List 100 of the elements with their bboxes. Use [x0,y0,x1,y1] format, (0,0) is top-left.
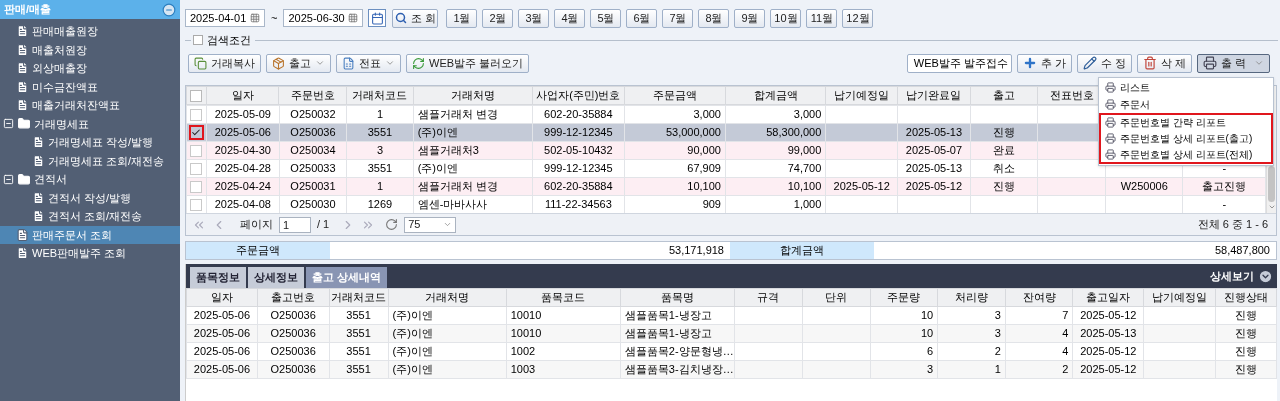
table-cell-text: W250006 [1119,179,1169,194]
column-header[interactable]: 품목코드 [506,288,621,307]
month-button[interactable]: 3월 [518,8,550,28]
sidebar-item[interactable]: 매출처원장 [0,40,180,59]
total-label: 합계금액 [730,242,874,259]
column-header[interactable]: 주문금액 [624,86,726,105]
column-header[interactable]: 주문량 [870,288,938,307]
conditions-label: 검색조건 [207,32,251,48]
toolbar-button[interactable]: 수 정 [1076,53,1132,73]
column-header[interactable]: 납기예정일 [825,86,898,105]
page-size-select[interactable]: 75 [404,216,457,233]
column-header[interactable]: 거래처명 [413,86,533,105]
column-header[interactable]: 주문번호 [278,86,347,105]
column-header[interactable]: 사업자(주민)번호 [532,86,625,105]
column-header[interactable]: 납기예정일 [1143,288,1216,307]
column-header[interactable]: 단위 [802,288,871,307]
month-button[interactable]: 2월 [482,8,514,28]
table-cell-text: 502-05-10432 [543,143,614,158]
toolbar-button[interactable]: 출 력 [1196,53,1270,73]
page-label: 페이지 [240,217,273,233]
table-cell-text: 2025-05-06 [213,125,272,140]
column-header[interactable]: 일자 [186,288,258,307]
table-cell-text: 1 [375,107,384,122]
column-header[interactable]: 거래처명 [388,288,507,307]
month-button[interactable]: 11월 [806,8,838,28]
table-cell-text: 602-20-35884 [543,179,614,194]
toolbar-button[interactable]: 삭 제 [1136,53,1192,73]
column-header[interactable]: 진행상태 [1215,288,1277,307]
sidebar-item[interactable]: 미수금잔액표 [0,77,180,96]
table-cell-text: 10 [919,308,935,323]
month-button[interactable]: 4월 [554,8,586,28]
toolbar-button[interactable]: 전표 [336,53,401,73]
start-date-field[interactable]: 2025-04-01 [185,9,265,27]
menu-item[interactable]: 주문번호별 상세 리포트(전체) [1099,147,1273,164]
month-button[interactable]: 8월 [698,8,730,28]
month-button[interactable]: 6월 [626,8,658,28]
table-cell-text: 1,000 [792,197,823,212]
table-cell-text: 3551 [345,326,372,341]
table-cell-text: 909 [701,197,722,212]
month-button[interactable]: 12월 [842,8,874,28]
toolbar-button[interactable]: 추 가 [1016,53,1072,73]
column-header[interactable]: 거래처코드 [329,288,388,307]
table-cell-text: 10,100 [686,179,722,194]
sidebar-item[interactable]: 견적서 작성/발행 [0,188,180,207]
month-button[interactable]: 5월 [590,8,622,28]
search-button[interactable]: 조 회 [392,8,439,28]
column-header[interactable]: 규격 [734,288,803,307]
table-cell-text: 4 [1061,326,1070,341]
sidebar-item[interactable]: 판매매출원장 [0,22,180,41]
sidebar-item[interactable]: 매출거래처잔액표 [0,96,180,115]
menu-item[interactable]: 주문번호별 간략 리포트 [1099,113,1273,130]
table-cell-text: 2 [1061,362,1070,377]
column-header[interactable]: 출고번호 [257,288,330,307]
table-cell-text: 진행 [1234,308,1259,323]
table-cell-text: (주)이엔 [391,344,434,359]
sidebar-item[interactable]: 판매주문서 조회 [0,225,180,244]
column-header[interactable]: 합계금액 [725,86,826,105]
toolbar-button[interactable]: WEB발주 불러오기 [406,53,530,73]
page-summary: 전체 6 중 1 - 6 [1197,217,1269,233]
menu-item[interactable]: 주문번호별 상세 리포트(출고) [1099,130,1273,147]
table-cell-text: 10010 [509,326,543,341]
tab[interactable]: 상세정보 [248,267,304,288]
sidebar-item[interactable]: 외상매출장 [0,59,180,78]
table-cell-text: 3551 [366,161,394,176]
order-select[interactable]: WEB발주 발주접수 [906,53,1012,73]
end-date-field[interactable]: 2025-06-30 [283,9,364,27]
month-button[interactable]: 7월 [662,8,694,28]
table-cell-text: O250036 [269,308,317,323]
table-cell-text: 엠센-마바사사 [416,197,489,212]
month-button[interactable]: 10월 [770,8,802,28]
column-header[interactable]: 품목명 [620,288,735,307]
sidebar-item[interactable]: WEB판매발주 조회 [0,244,180,263]
column-header[interactable]: 거래처코드 [346,86,414,105]
table-cell-text: 진행 [1234,362,1259,377]
table-cell-text: 출고진행 [1201,179,1248,194]
month-button[interactable]: 9월 [734,8,766,28]
table-cell-text: O250036 [289,125,337,140]
column-header[interactable]: 처리량 [937,288,1006,307]
table-cell-text: 10 [919,326,935,341]
month-button[interactable]: 1월 [446,8,478,28]
sidebar-item[interactable]: 거래명세표 [0,114,180,133]
column-header[interactable]: 출고일자 [1072,288,1144,307]
sidebar-item[interactable]: 견적서 [0,170,180,189]
table-cell-text: 90,000 [686,143,722,158]
detail-toggle-label[interactable]: 상세보기 [1210,267,1254,285]
toolbar-button[interactable]: 출고 [266,53,331,73]
table-cell-text: 74,700 [786,161,823,176]
toolbar-button[interactable]: 거래복사 [188,53,261,73]
table-cell-text: 샘플거래처 변경 [416,179,499,194]
tab[interactable]: 품목정보 [190,267,246,288]
column-header[interactable]: 납기완료일 [897,86,971,105]
column-header[interactable]: 출고 [970,86,1038,105]
sidebar-item[interactable]: 견적서 조회/재전송 [0,207,180,226]
column-header[interactable]: 잔여량 [1005,288,1073,307]
table-cell-text: 58,300,000 [765,125,823,140]
sidebar-item[interactable]: 거래명세표 조회/재전송 [0,151,180,170]
sidebar-item[interactable]: 거래명세표 작성/발행 [0,133,180,152]
column-header[interactable]: 일자 [206,86,279,105]
page-field[interactable]: 1 [279,216,311,233]
table-cell-text: 99,000 [786,143,823,158]
